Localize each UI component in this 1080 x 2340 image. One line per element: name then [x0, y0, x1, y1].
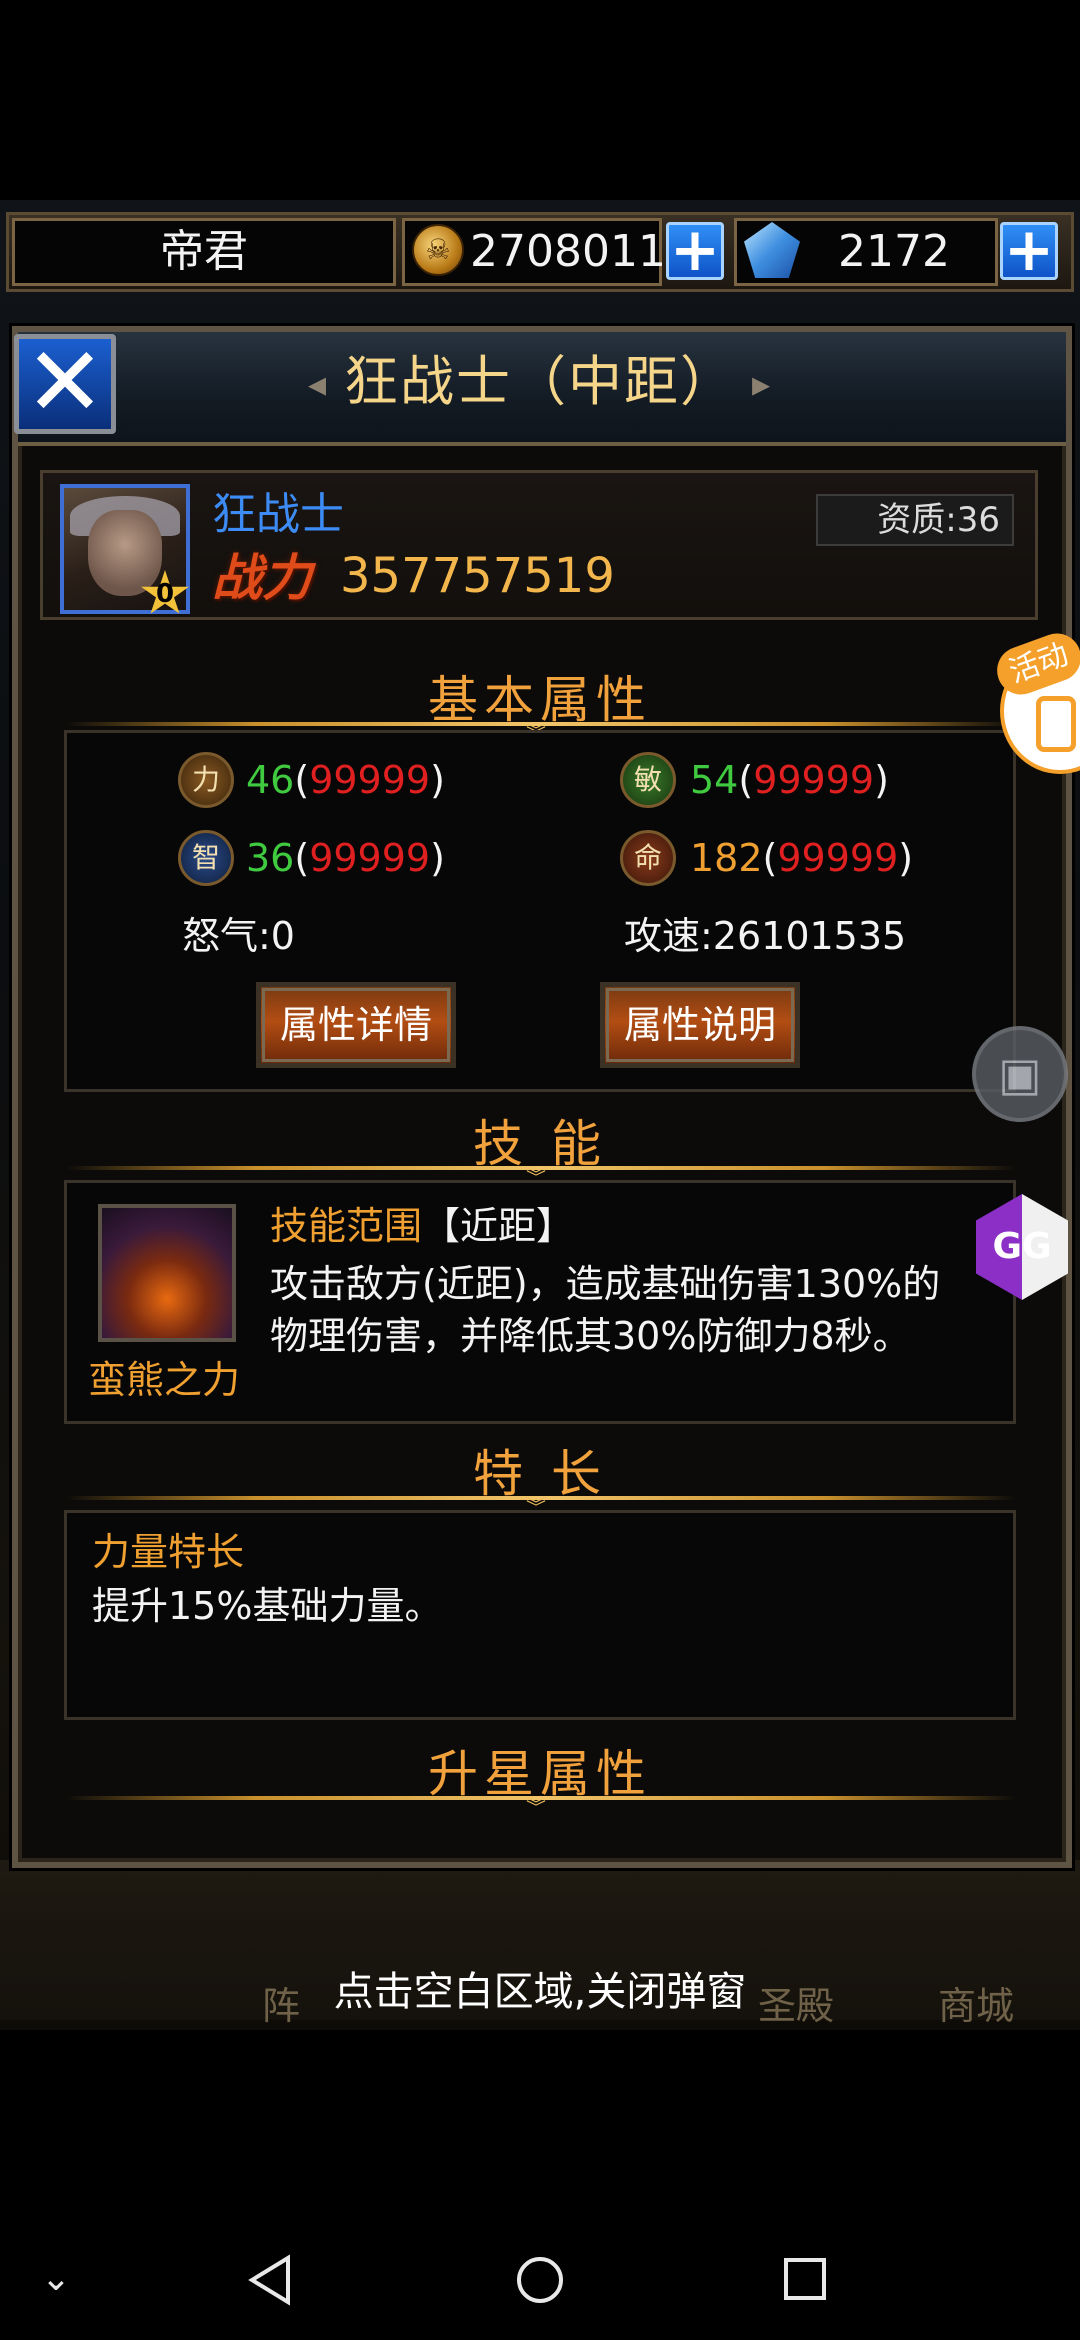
add-gold-button[interactable]: +: [666, 220, 724, 280]
attribute-explain-button[interactable]: 属性说明: [600, 982, 800, 1068]
skill-range-value: 【近距】: [422, 1204, 575, 1248]
vitality-value: 182: [690, 836, 763, 880]
close-button[interactable]: ✕: [14, 334, 116, 434]
diamond-amount: 2172: [838, 226, 950, 277]
specialty-description: 提升15%基础力量。: [92, 1584, 443, 1628]
strength-stat: 46(99999): [246, 758, 445, 802]
strength-icon: 力: [178, 752, 234, 808]
divider-ornament-icon: ︾: [526, 1795, 546, 1819]
skill-description-line1: 攻击敌方(近距)，造成基础伤害130%的: [270, 1262, 941, 1306]
intelligence-value: 36: [246, 836, 295, 880]
chevron-down-icon[interactable]: ⌄: [36, 2258, 76, 2299]
skill-range-label: 技能范围: [270, 1204, 423, 1248]
vitality-stat: 182(99999): [690, 836, 914, 880]
gold-amount: 2708011: [470, 226, 666, 277]
rage-value: 怒气:0: [182, 914, 295, 958]
gold-coin-icon: ☠: [412, 224, 464, 276]
hero-star-level: 0: [155, 579, 175, 609]
add-diamond-button[interactable]: +: [1000, 220, 1058, 280]
intelligence-icon: 智: [178, 830, 234, 886]
attribute-detail-button[interactable]: 属性详情: [256, 982, 456, 1068]
dialog-title: 狂战士（中距）: [344, 350, 736, 413]
book-icon[interactable]: ▣: [972, 1026, 1068, 1122]
skill-name: 蛮熊之力: [88, 1358, 241, 1402]
recents-icon[interactable]: [782, 2256, 828, 2302]
skill-bear-power-icon[interactable]: [98, 1204, 236, 1342]
gift-box-icon: [1036, 696, 1076, 752]
power-value: 357757519: [340, 548, 615, 604]
agility-stat: 54(99999): [690, 758, 889, 802]
aptitude-badge: 资质:36: [816, 494, 1014, 546]
title-right-arrow-icon: ▸: [752, 364, 771, 405]
close-hint: 点击空白区域,关闭弹窗: [333, 1969, 747, 2015]
agility-max: 99999: [753, 758, 875, 802]
specialty-name: 力量特长: [92, 1530, 245, 1574]
intelligence-max: 99999: [309, 836, 431, 880]
hero-name: 狂战士: [212, 489, 344, 540]
player-name: 帝君: [160, 226, 248, 277]
skill-description-line2: 物理伤害，并降低其30%防御力8秒。: [270, 1314, 911, 1358]
power-label: 战力: [212, 549, 312, 607]
back-icon[interactable]: [248, 2254, 292, 2306]
home-icon[interactable]: [514, 2254, 566, 2306]
skill-range: 技能范围【近距】: [270, 1200, 574, 1252]
agility-icon: 敏: [620, 752, 676, 808]
strength-max: 99999: [309, 758, 431, 802]
intelligence-stat: 36(99999): [246, 836, 445, 880]
strength-value: 46: [246, 758, 295, 802]
vitality-icon: 命: [620, 830, 676, 886]
attack-speed-value: 攻速:26101535: [624, 914, 907, 958]
agility-value: 54: [690, 758, 739, 802]
vitality-max: 99999: [777, 836, 899, 880]
